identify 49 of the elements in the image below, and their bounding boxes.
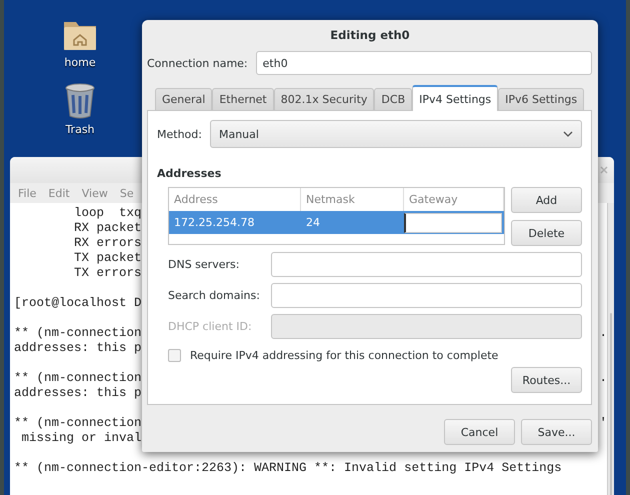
terminal-line: loop txq bbox=[73, 206, 142, 221]
close-icon[interactable] bbox=[600, 166, 608, 174]
tab[interactable]: IPv6 Settings bbox=[498, 88, 584, 110]
terminal-text-fragment: . bbox=[599, 371, 607, 386]
terminal-line: ** (nm-connection bbox=[14, 371, 142, 386]
desktop-icon-label[interactable]: home bbox=[64, 56, 96, 69]
terminal-line: [root@localhost D bbox=[14, 296, 142, 311]
window-title: Editing eth0 bbox=[329, 27, 411, 44]
trash-icon[interactable] bbox=[64, 83, 96, 119]
checkbox-label[interactable]: Require IPv4 addressing for this connection to complete bbox=[190, 349, 498, 362]
field-label: DHCP client ID: bbox=[168, 320, 253, 333]
cell-editor-field[interactable] bbox=[404, 212, 502, 232]
terminal-line: addresses: this p bbox=[14, 341, 142, 356]
tab[interactable]: General bbox=[155, 88, 212, 110]
section-heading: Addresses bbox=[157, 167, 222, 180]
table-cell-text: 172.25.254.78 bbox=[173, 216, 256, 229]
terminal-line: missing or inval bbox=[20, 431, 142, 446]
field-label: Search domains: bbox=[168, 289, 261, 302]
text-field[interactable] bbox=[271, 252, 582, 277]
routes-button[interactable]: Routes... bbox=[511, 367, 582, 393]
terminal-line: ** (nm-connection-editor:2263): WARNING **: Invalid setting IPv4 Settings bbox=[14, 461, 562, 476]
table-action-button[interactable]: Add bbox=[511, 187, 582, 213]
table-cell-text: 24 bbox=[305, 216, 321, 229]
text-field[interactable] bbox=[271, 283, 582, 308]
field-label: Method: bbox=[157, 128, 202, 140]
terminal-line: ** (nm-connection bbox=[14, 416, 142, 431]
terminal-line: TX packet bbox=[73, 251, 142, 266]
terminal-line: RX packet bbox=[73, 221, 142, 236]
tab[interactable]: 802.1x Security bbox=[274, 88, 374, 110]
method-dropdown[interactable]: Manual bbox=[210, 120, 582, 148]
terminal-line: ** (nm-connection bbox=[14, 326, 142, 341]
tab[interactable]: DCB bbox=[374, 88, 412, 110]
tab[interactable]: IPv4 Settings bbox=[412, 85, 498, 111]
checkbox[interactable] bbox=[168, 349, 181, 362]
desktop-icon-label[interactable]: Trash bbox=[65, 123, 95, 136]
connection-name-field[interactable]: eth0 bbox=[256, 51, 592, 75]
terminal-text-fragment: ' bbox=[599, 416, 607, 431]
dialog-button[interactable]: Cancel bbox=[444, 419, 515, 445]
chevron-down-icon bbox=[563, 131, 573, 137]
dialog-button[interactable]: Save... bbox=[521, 419, 592, 445]
terminal-line: RX errors bbox=[73, 236, 142, 251]
field-label: Connection name: bbox=[147, 56, 248, 70]
tab[interactable]: Ethernet bbox=[212, 88, 274, 110]
terminal-text-fragment: . bbox=[599, 326, 607, 341]
terminal-line: TX errors bbox=[73, 266, 142, 281]
table-action-button[interactable]: Delete bbox=[511, 220, 582, 246]
field-label: DNS servers: bbox=[168, 258, 240, 271]
terminal-line: addresses: this p bbox=[14, 386, 142, 401]
scrollbar[interactable] bbox=[607, 203, 614, 495]
